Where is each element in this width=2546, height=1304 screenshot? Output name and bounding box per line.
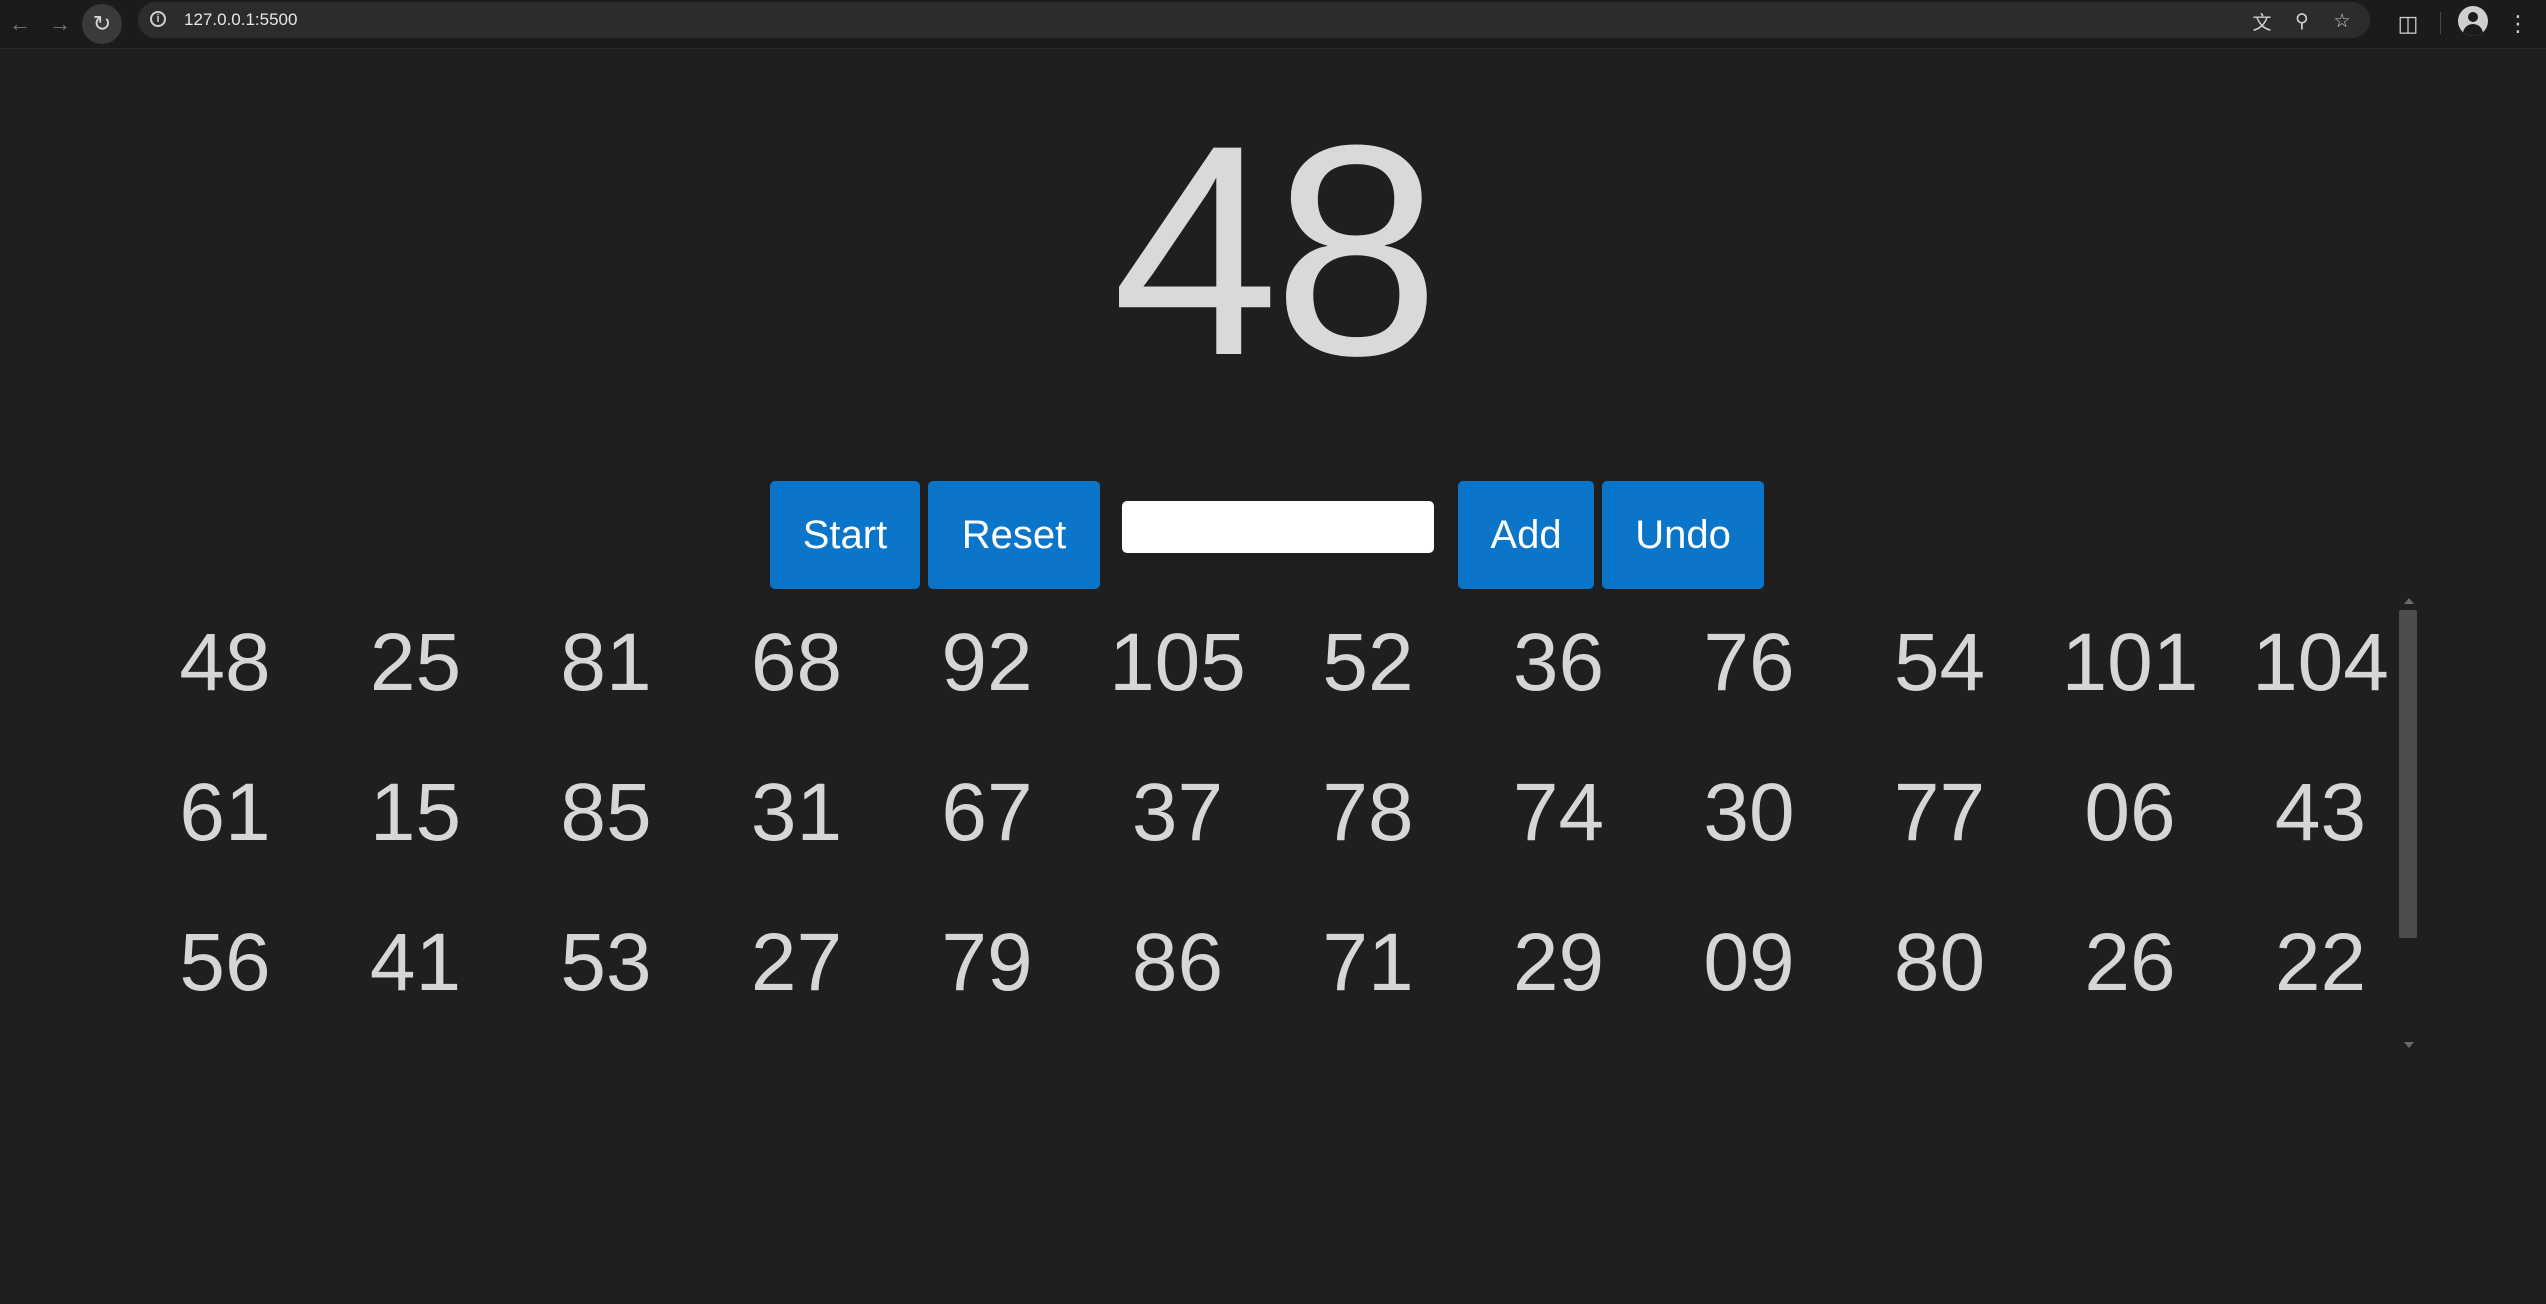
url-text[interactable]: 127.0.0.1:5500	[184, 10, 297, 30]
number-cell: 78	[1322, 767, 1414, 858]
controls-bar: Start Reset Add Undo	[0, 481, 2546, 589]
number-cell: 105	[1109, 617, 1246, 708]
reset-button[interactable]: Reset	[928, 481, 1100, 589]
number-cell: 26	[2084, 917, 2176, 1008]
address-bar[interactable]: i 127.0.0.1:5500 文 ⚲ ☆	[138, 2, 2370, 38]
star-icon[interactable]: ☆	[2328, 7, 2356, 35]
add-button[interactable]: Add	[1458, 481, 1594, 589]
number-cell: 80	[1893, 917, 1986, 1008]
arrow-left-icon[interactable]: ←	[0, 4, 40, 44]
puzzle-icon[interactable]: ◫	[2388, 4, 2428, 44]
number-cell: 06	[2084, 767, 2176, 858]
scroll-up-arrow[interactable]	[2404, 598, 2414, 604]
number-cell: 71	[1322, 917, 1414, 1008]
arrow-right-icon[interactable]: →	[40, 4, 80, 44]
number-cell: 67	[941, 767, 1033, 858]
number-cell: 48	[179, 617, 271, 708]
number-cell: 36	[1512, 617, 1605, 708]
number-cell: 52	[1322, 617, 1414, 708]
number-cell: 68	[750, 617, 843, 708]
number-cell: 53	[560, 917, 652, 1008]
toolbar-divider	[2440, 12, 2441, 34]
number-cell: 31	[750, 767, 843, 858]
number-cell: 22	[2274, 917, 2367, 1008]
number-cell: 61	[179, 767, 271, 858]
browser-toolbar: ← → ↻ i 127.0.0.1:5500 文 ⚲ ☆ ◫ ⋮	[0, 0, 2546, 49]
translate-icon[interactable]: 文	[2248, 7, 2276, 35]
number-cell: 81	[560, 617, 652, 708]
scrollbar-thumb[interactable]	[2399, 610, 2417, 938]
current-number: 48	[1112, 82, 1440, 418]
number-cell: 29	[1512, 917, 1605, 1008]
start-button[interactable]: Start	[770, 481, 920, 589]
scrollbar[interactable]	[2398, 596, 2420, 1050]
scroll-down-arrow[interactable]	[2404, 1042, 2414, 1048]
number-cell: 86	[1131, 917, 1224, 1008]
number-cell: 79	[941, 917, 1033, 1008]
kebab-menu-icon[interactable]: ⋮	[2498, 4, 2538, 44]
zoom-icon[interactable]: ⚲	[2288, 7, 2316, 35]
number-cell: 15	[369, 767, 462, 858]
number-cell: 85	[560, 767, 652, 858]
number-cell: 25	[369, 617, 462, 708]
number-cell: 56	[179, 917, 271, 1008]
numbers-grid: 48 25 81 68 92 105 52 36 76 54 101 104 61 15 85 31 67 37 7…	[172, 608, 2394, 1058]
reload-icon[interactable]: ↻	[82, 4, 122, 44]
number-cell: 76	[1703, 617, 1795, 708]
number-cell: 27	[750, 917, 843, 1008]
number-cell: 101	[2061, 617, 2199, 708]
info-icon[interactable]: i	[150, 11, 166, 27]
number-input[interactable]	[1122, 501, 1434, 553]
number-cell: 09	[1703, 917, 1795, 1008]
number-cell: 104	[2252, 617, 2389, 708]
number-cell: 54	[1893, 617, 1986, 708]
number-cell: 74	[1512, 767, 1605, 858]
number-cell: 37	[1131, 767, 1224, 858]
number-cell: 92	[941, 617, 1033, 708]
number-cell: 77	[1893, 767, 1986, 858]
undo-button[interactable]: Undo	[1602, 481, 1764, 589]
profile-icon[interactable]	[2458, 6, 2488, 36]
number-cell: 41	[369, 917, 462, 1008]
number-cell: 43	[2274, 767, 2367, 858]
number-cell: 30	[1703, 767, 1795, 858]
